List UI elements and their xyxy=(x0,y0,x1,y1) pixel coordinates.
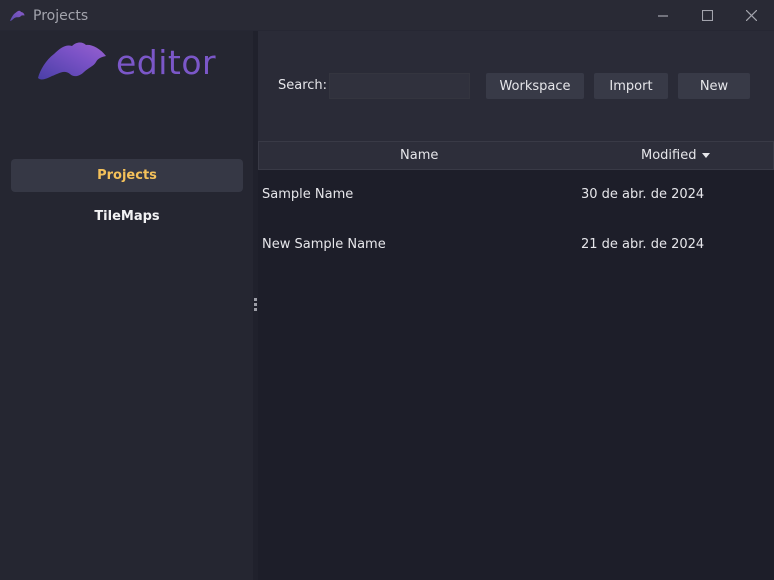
table-row[interactable]: New Sample Name 21 de abr. de 2024 xyxy=(258,220,774,270)
table-row[interactable]: Sample Name 30 de abr. de 2024 xyxy=(258,170,774,220)
import-button[interactable]: Import xyxy=(594,73,668,99)
minimize-icon xyxy=(658,14,668,17)
close-icon xyxy=(745,10,757,21)
project-modified-cell: 21 de abr. de 2024 xyxy=(581,237,705,252)
sidebar-item-label: Projects xyxy=(97,168,157,183)
new-button[interactable]: New xyxy=(678,73,750,99)
project-modified-cell: 30 de abr. de 2024 xyxy=(581,187,705,202)
workspace-button[interactable]: Workspace xyxy=(486,73,584,99)
window-title: Projects xyxy=(33,8,89,24)
editor-logo-icon xyxy=(38,42,106,80)
title-bar: Projects xyxy=(0,0,774,31)
project-name-cell: Sample Name xyxy=(262,187,354,202)
splitter-handle-icon[interactable] xyxy=(254,298,257,312)
column-header-modified[interactable]: Modified xyxy=(641,148,711,163)
search-input[interactable] xyxy=(329,73,470,99)
project-name-cell: New Sample Name xyxy=(262,237,386,252)
sidebar-item-label: TileMaps xyxy=(94,209,160,224)
maximize-button[interactable] xyxy=(684,0,730,31)
search-label: Search: xyxy=(278,78,328,93)
column-header-name[interactable]: Name xyxy=(400,148,438,163)
minimize-button[interactable] xyxy=(640,0,686,31)
sort-descending-icon xyxy=(702,153,711,158)
logo-text: editor xyxy=(116,43,217,82)
close-button[interactable] xyxy=(728,0,774,31)
maximize-icon xyxy=(701,10,713,21)
sidebar xyxy=(0,31,253,580)
app-logo-icon xyxy=(10,10,25,21)
sidebar-item-projects[interactable]: Projects xyxy=(11,159,243,192)
column-header-label: Modified xyxy=(641,148,697,163)
sidebar-item-tilemaps[interactable]: TileMaps xyxy=(11,200,243,233)
